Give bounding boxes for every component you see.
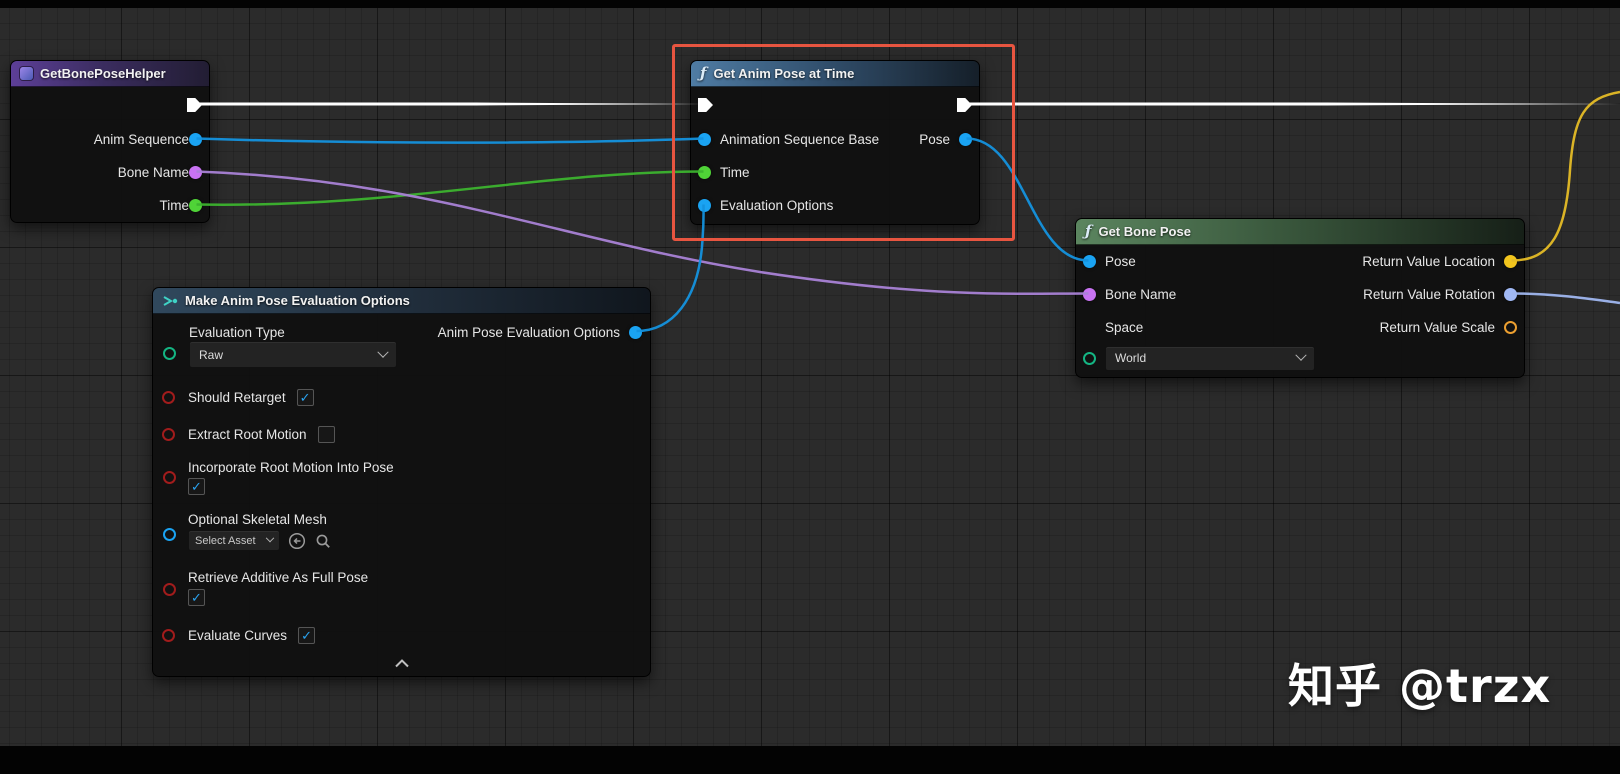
pin-pose-in[interactable] [1083,255,1096,268]
pin-label: Time [160,198,190,213]
make-struct-icon [162,295,178,307]
should-retarget-checkbox[interactable] [297,389,314,406]
asset-picker-value: Select Asset [195,535,256,547]
pin-return-value-rotation[interactable] [1504,288,1517,301]
evaluation-type-dropdown[interactable]: Raw [189,341,397,368]
pin-label: Should Retarget [188,390,286,405]
pin-space[interactable] [1083,352,1096,365]
node-header[interactable]: ƒ Get Bone Pose [1076,219,1524,245]
pin-optional-skeletal-mesh[interactable] [163,528,176,541]
pin-should-retarget[interactable] [162,391,175,404]
node-title: GetBonePoseHelper [40,66,166,81]
pin-anim-pose-evaluation-options-out[interactable] [629,326,642,339]
asset-picker-row: Select Asset [188,530,332,551]
node-header[interactable]: ƒ Get Anim Pose at Time [691,61,979,87]
pin-label: Bone Name [1105,287,1176,302]
pin-row [11,87,209,123]
pin-row: Time [11,189,209,222]
pin-label: Space [1105,320,1143,335]
collapsed-graph-icon [20,67,33,80]
collapse-chevron-icon[interactable] [394,659,410,668]
pin-row [691,87,979,123]
evaluation-type-value: Raw [199,348,223,362]
extract-root-motion-checkbox[interactable] [318,426,335,443]
pin-row: World [1076,344,1524,372]
blueprint-editor: GetBonePoseHelper Anim Sequence Bone Nam… [0,0,1620,774]
pin-label: Return Value Rotation [1363,287,1495,302]
node-get-bone-pose[interactable]: ƒ Get Bone Pose Pose Return Value Locati… [1075,218,1525,378]
pin-row: Pose Return Value Location [1076,245,1524,278]
pin-label: Return Value Location [1362,254,1495,269]
pin-label: Bone Name [118,165,189,180]
pin-row: Time [691,156,979,189]
pin-evaluation-options[interactable] [698,199,711,212]
pin-retrieve-additive[interactable] [163,583,176,596]
node-header[interactable]: Make Anim Pose Evaluation Options [153,288,650,314]
letterbox-top [0,0,1620,8]
pin-label: Anim Pose Evaluation Options [438,325,620,340]
pin-row: Extract Root Motion [162,418,335,450]
retrieve-additive-checkbox[interactable] [188,589,205,606]
pin-bone-name[interactable] [189,166,202,179]
pin-label: Time [720,165,750,180]
node-header[interactable]: GetBonePoseHelper [11,61,209,87]
pin-label: Anim Sequence [94,132,189,147]
watermark-text: 知乎 @trzx [1288,650,1551,716]
pin-row: Space Return Value Scale [1076,311,1524,344]
pin-time[interactable] [189,199,202,212]
node-make-anim-pose-evaluation-options[interactable]: Make Anim Pose Evaluation Options Evalua… [152,287,651,677]
pin-extract-root-motion[interactable] [162,428,175,441]
pin-label: Extract Root Motion [188,427,307,442]
pin-row: Bone Name Return Value Rotation [1076,278,1524,311]
node-title: Get Anim Pose at Time [713,66,854,81]
pin-animation-sequence-base[interactable] [698,133,711,146]
exec-out-pin[interactable] [187,98,202,112]
pin-return-value-scale[interactable] [1504,321,1517,334]
pin-label: Evaluate Curves [188,628,287,643]
pin-label: Return Value Scale [1380,320,1495,335]
node-title: Make Anim Pose Evaluation Options [185,293,410,308]
function-icon: ƒ [1085,224,1091,239]
space-dropdown[interactable]: World [1105,346,1315,371]
pin-label: Evaluation Options [720,198,833,213]
pin-evaluation-type[interactable] [163,347,176,360]
pin-row: Bone Name [11,156,209,189]
pin-row: Evaluate Curves [162,619,315,651]
node-title: Get Bone Pose [1098,224,1190,239]
pin-row: Animation Sequence Base Pose [691,123,979,156]
exec-out-pin[interactable] [957,98,972,112]
exec-in-pin[interactable] [698,98,713,112]
evaluate-curves-checkbox[interactable] [298,627,315,644]
pin-row: Should Retarget [162,381,314,413]
pin-pose-out[interactable] [959,133,972,146]
pin-label: Optional Skeletal Mesh [188,512,327,527]
pin-row: Evaluation Options [691,189,979,222]
pin-label: Retrieve Additive As Full Pose [188,570,368,585]
node-getboneposehelper[interactable]: GetBonePoseHelper Anim Sequence Bone Nam… [10,60,210,223]
pin-row: Anim Sequence [11,123,209,156]
space-dropdown-value: World [1115,351,1146,365]
use-selected-asset-icon[interactable] [288,532,306,550]
pin-incorporate-root-motion[interactable] [163,471,176,484]
pin-label: Pose [919,132,950,147]
pin-evaluate-curves[interactable] [162,629,175,642]
evaluation-type-label: Evaluation Type [189,325,285,340]
incorporate-root-motion-checkbox[interactable] [188,478,205,495]
pin-label: Pose [1105,254,1136,269]
letterbox-bottom [0,746,1620,774]
pin-label: Animation Sequence Base [720,132,879,147]
asset-picker-dropdown[interactable]: Select Asset [188,530,280,551]
pin-return-value-location[interactable] [1504,255,1517,268]
pin-anim-sequence[interactable] [189,133,202,146]
pin-time-in[interactable] [698,166,711,179]
browse-asset-icon[interactable] [314,532,332,550]
node-get-anim-pose-at-time[interactable]: ƒ Get Anim Pose at Time Animation Sequen… [690,60,980,225]
pin-bone-name-in[interactable] [1083,288,1096,301]
pin-label: Incorporate Root Motion Into Pose [188,460,394,475]
function-icon: ƒ [700,66,706,81]
